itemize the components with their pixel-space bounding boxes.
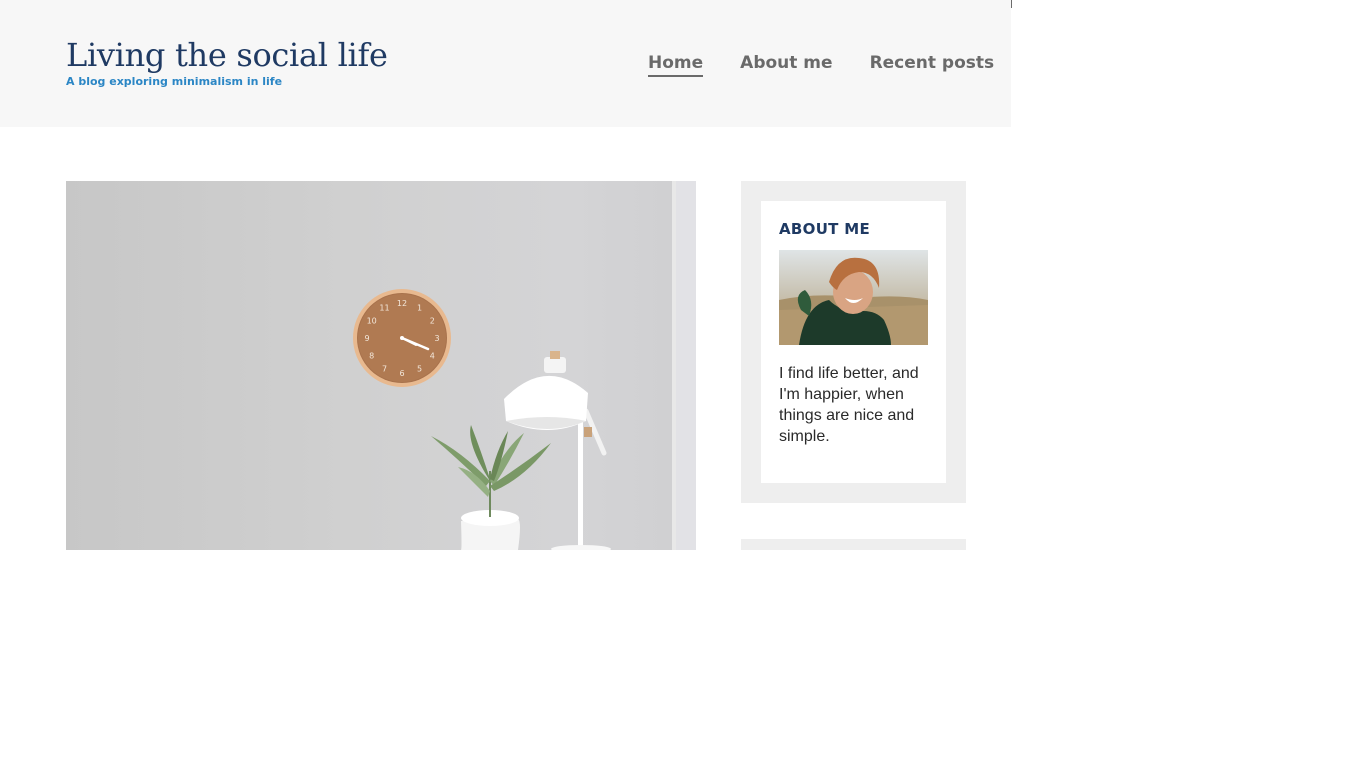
widget-title: ABOUT ME: [779, 220, 871, 238]
plant-icon: [431, 425, 551, 550]
site-title[interactable]: Living the social life: [66, 36, 388, 74]
clock-number: 5: [417, 364, 422, 373]
about-me-text: I find life better, and I'm happier, whe…: [779, 365, 919, 445]
clock-number: 4: [430, 352, 435, 361]
brand[interactable]: Living the social life A blog exploring …: [66, 36, 388, 88]
clock-number: 9: [364, 334, 369, 343]
nav-about-me[interactable]: About me: [740, 53, 832, 77]
sidebar-widget-2: [741, 539, 966, 550]
nav-home[interactable]: Home: [648, 53, 704, 77]
clock-number: 8: [369, 352, 374, 361]
clock-number: 7: [382, 364, 387, 373]
hero-image: 12 1 2 3 4 5 6 7 8 9 10 11: [66, 181, 696, 550]
clock-number: 1: [417, 304, 422, 313]
nav-recent-posts[interactable]: Recent posts: [870, 53, 995, 77]
hero-illustration: 12 12 3 45 6 789 1011: [353, 289, 611, 550]
main-nav: Home About me Recent posts: [648, 53, 994, 77]
clock-number: 11: [379, 304, 389, 313]
site-tagline: A blog exploring minimalism in life: [66, 75, 283, 88]
site-header: Living the social life A blog exploring …: [0, 0, 1011, 127]
clock-number: 10: [367, 317, 377, 326]
clock-number: 12: [397, 299, 407, 308]
about-me-card: ABOUT ME I find life better, and I'm hap…: [761, 201, 946, 483]
clock-number: 2: [430, 317, 435, 326]
avatar: [779, 250, 928, 345]
about-me-widget: ABOUT ME I find life better, and I'm hap…: [741, 181, 966, 503]
clock-number: 3: [434, 334, 439, 343]
lamp-icon: [504, 351, 611, 550]
clock-number: 6: [399, 369, 404, 378]
clock-icon: 12 12 3 45 6 789 1011: [353, 289, 451, 387]
